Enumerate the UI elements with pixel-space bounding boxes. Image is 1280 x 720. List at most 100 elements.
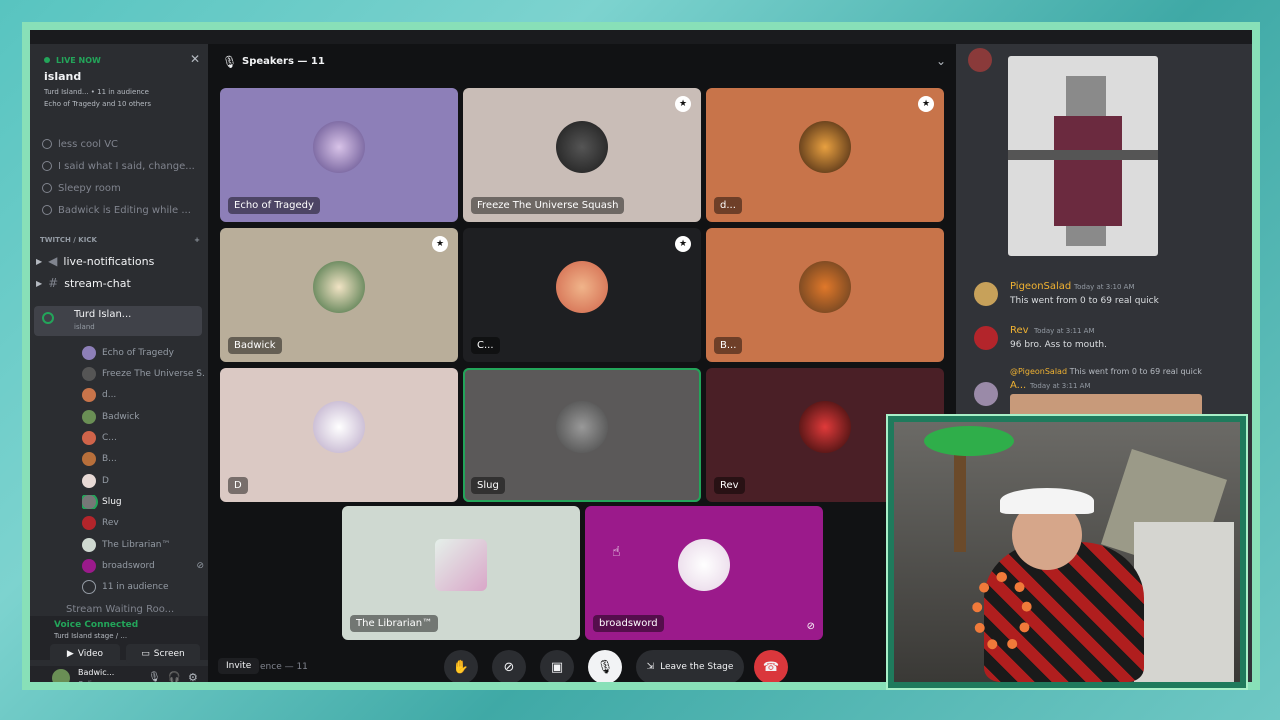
user-name: Badwic... [78, 668, 115, 677]
box-figure [1054, 116, 1122, 226]
moderator-icon: ★ [675, 236, 691, 252]
muted-icon: ⊘ [806, 621, 815, 632]
leave-stage-button[interactable]: ⇲ Leave the Stage [636, 650, 744, 682]
message-author[interactable]: A... [1010, 380, 1026, 391]
speaker-name: Slug [471, 477, 505, 494]
pc-case [1134, 522, 1234, 682]
user-status: Online [78, 680, 101, 688]
channel-label: Sleepy room [58, 182, 121, 194]
member-item[interactable]: B... [82, 452, 204, 466]
username: A... [1010, 380, 1027, 391]
message-time: Today at 3:11 AM [1030, 382, 1091, 390]
voice-channel[interactable]: Badwick is Editing while ... [42, 200, 202, 220]
member-item[interactable]: C... [82, 431, 204, 445]
text-channel[interactable]: ▶ # stream-chat [36, 276, 131, 290]
member-item[interactable]: d... [82, 388, 204, 402]
audience-count[interactable]: 11 in audience [82, 580, 204, 594]
speaker-name: Echo of Tragedy [228, 197, 320, 214]
close-icon[interactable]: ✕ [190, 52, 200, 66]
member-name: B... [102, 454, 117, 464]
voice-channel[interactable]: Sleepy room [42, 178, 202, 198]
speaker-tile[interactable]: Echo of Tragedy [220, 88, 458, 222]
speaker-tile[interactable]: D [220, 368, 458, 502]
category-header[interactable]: TWITCH / KICK + [40, 236, 200, 244]
speaker-tile-speaking[interactable]: Slug [463, 368, 701, 502]
message-author[interactable]: Rev [1010, 325, 1029, 336]
chat-image-attachment[interactable] [1008, 56, 1158, 256]
headphones-icon[interactable]: 🎧 [168, 672, 180, 682]
mouse-cursor-icon: ☝ [612, 544, 621, 560]
voice-connected-channel: Turd Island stage / ... [54, 632, 128, 640]
member-name: Badwick [102, 412, 140, 422]
speakers-title: Speakers — 11 [242, 56, 325, 67]
live-participants: Echo of Tragedy and 10 others [44, 100, 151, 108]
avatar [974, 282, 998, 306]
voice-channel[interactable]: less cool VC [42, 134, 202, 154]
reply-preview[interactable]: @PigeonSalad This went from 0 to 69 real… [1010, 367, 1202, 376]
member-item[interactable]: Rev [82, 516, 204, 530]
reply-user: @PigeonSalad [1010, 367, 1068, 376]
speaker-tile[interactable]: B... [706, 228, 944, 362]
chevron-down-icon[interactable]: ⌄ [936, 54, 946, 68]
speaker-name: Badwick [228, 337, 282, 354]
avatar [82, 495, 96, 509]
audience-label: ence — 11 [260, 662, 308, 672]
avatar [556, 400, 608, 453]
speaker-name: broadsword [593, 615, 664, 632]
avatar [799, 400, 851, 453]
speaker-name: Rev [714, 477, 745, 494]
mic-icon[interactable]: 🎙 [148, 672, 161, 682]
avatar [799, 260, 851, 313]
member-name: broadsword [102, 561, 155, 571]
captain-hat [1000, 488, 1094, 514]
member-name: D [102, 476, 109, 486]
leave-label: Leave the Stage [660, 662, 734, 672]
member-item[interactable]: broadsword ⊘ [82, 559, 204, 573]
avatar[interactable] [52, 669, 70, 682]
speaker-tile[interactable]: ★ d... [706, 88, 944, 222]
camera-off-icon[interactable]: ⊘ [492, 650, 526, 682]
speaker-tile[interactable]: broadsword ⊘ [585, 506, 823, 640]
avatar [82, 559, 96, 573]
disconnect-icon[interactable]: ☎ [754, 650, 788, 682]
speaker-tile[interactable]: ★ Freeze The Universe Squash [463, 88, 701, 222]
screen-share-icon[interactable]: ▣ [540, 650, 574, 682]
live-subtitle: Turd Island... • 11 in audience [44, 88, 149, 96]
message-time: Today at 3:10 AM [1074, 283, 1135, 291]
member-item[interactable]: Slug [82, 495, 204, 509]
raise-hand-icon[interactable]: ✋ [444, 650, 478, 682]
speaker-tile[interactable]: The Librarian™ [342, 506, 580, 640]
message-text: 96 bro. Ass to mouth. [1010, 340, 1107, 350]
live-now-card[interactable]: LIVE NOW ✕ island Turd Island... • 11 in… [36, 50, 204, 138]
channel-label: I said what I said, change... [58, 160, 195, 172]
channel-label: stream-chat [64, 276, 131, 290]
mic-icon[interactable]: 🎙 [588, 650, 622, 682]
speaker-tile[interactable]: ★ Badwick [220, 228, 458, 362]
moderator-icon: ★ [432, 236, 448, 252]
speaker-icon [42, 205, 52, 215]
plus-icon[interactable]: + [194, 236, 200, 244]
speaker-tile[interactable]: ★ C... [463, 228, 701, 362]
video-button[interactable]: ▶ Video [50, 644, 120, 664]
gear-icon[interactable]: ⚙ [188, 671, 198, 682]
screen-share-button[interactable]: ▭ Screen [126, 644, 200, 664]
member-name: The Librarian™ [102, 540, 171, 550]
headphones-icon [82, 580, 96, 594]
avatar [974, 382, 998, 406]
member-item[interactable]: The Librarian™ [82, 538, 204, 552]
user-panel [30, 666, 208, 682]
message-author[interactable]: PigeonSalad [1010, 281, 1071, 292]
stage-channel-active[interactable]: Turd Islan... island [34, 306, 202, 336]
member-item[interactable]: Badwick [82, 410, 204, 424]
title-bar [30, 30, 1252, 44]
voice-channel[interactable]: I said what I said, change... [42, 156, 202, 176]
avatar [82, 474, 96, 488]
member-item[interactable]: Freeze The Universe S... [82, 367, 204, 381]
invite-button[interactable]: Invite [218, 658, 260, 674]
member-item[interactable]: D [82, 474, 204, 488]
text-channel[interactable]: ▶ ◀ live-notifications [36, 254, 154, 268]
member-item[interactable]: Echo of Tragedy [82, 346, 204, 360]
webcam-overlay [886, 414, 1248, 690]
channel-label: less cool VC [58, 138, 119, 150]
avatar [313, 260, 365, 313]
